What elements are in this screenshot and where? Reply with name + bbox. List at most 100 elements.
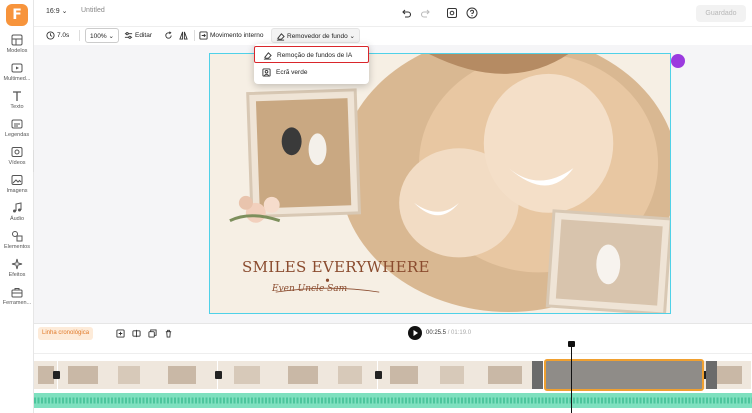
sidebar-item-tools[interactable]: Ferramen... [0,286,34,312]
sidebar-item-label: Multimed... [3,76,31,82]
zoom-select[interactable]: 100% ⌄ [85,28,119,43]
green-screen-icon [262,68,271,77]
playhead[interactable] [571,342,572,413]
sliders-icon [124,31,133,39]
audio-waveform [34,397,752,404]
motion-label: Movimento interno [210,32,264,39]
app-logo[interactable]: F [6,4,28,26]
timeline-label: Linha cronológica [42,330,90,336]
sidebar-item-label: Elementos [4,244,30,250]
audio-track[interactable] [34,393,752,408]
rotate-icon[interactable] [164,31,173,40]
total-time: / 01:19.0 [447,330,472,336]
chevron-down-icon: ⌄ [349,33,355,40]
divider [79,30,80,41]
sidebar-item-label: Legendas [4,132,30,138]
sidebar-item-label: Ferramen... [2,300,32,306]
duplicate-icon[interactable] [148,329,157,338]
sidebar-item-media[interactable]: Multimed... [0,62,34,88]
menu-item-label: Remoção de fundos de IA [277,52,353,59]
sidebar-item-images[interactable]: Imagens [0,174,34,200]
add-clip-icon[interactable] [116,329,125,338]
sidebar-item-label: Modelos [6,48,28,54]
canvas-area: SMILES EVERYWHERE Even Uncle Sam [34,45,752,323]
timeline-clip[interactable] [218,361,378,389]
transition-marker[interactable] [375,371,382,379]
transition-marker[interactable] [215,371,222,379]
sidebar-item-label: Texto [10,104,24,110]
bg-remover-dropdown: Remoção de fundos de IA Ecrã verde [254,44,369,84]
sidebar-item-videos[interactable]: Vídeos [0,146,34,172]
eraser-icon [276,32,285,41]
edit-toolbar: 7.0s 100% ⌄ Editar Movimento interno Rem… [34,27,752,45]
sidebar-item-label: Áudio [9,216,25,222]
split-icon[interactable] [132,329,141,338]
effects-icon [11,258,23,270]
template-icon [11,34,23,46]
chevron-down-icon: ⌄ [61,8,68,15]
redo-icon[interactable] [420,7,432,19]
timeline-panel: Linha cronológica 00:25.5 / 01:19.0 [34,323,752,413]
aspect-ratio-value: 16:9 [46,8,60,15]
sidebar-item-label: Efeitos [8,272,26,278]
sidebar-item-effects[interactable]: Efeitos [0,258,34,284]
image-icon [11,175,23,185]
sidebar-item-subtitles[interactable]: Legendas [0,118,34,144]
selected-clip[interactable] [544,359,704,391]
duration-value: 7.0s [57,32,70,39]
delete-icon[interactable] [164,329,173,338]
duration-button[interactable]: 7.0s [46,28,69,43]
project-title[interactable]: Untitled [81,7,105,14]
time-display: 00:25.5 / 01:19.0 [426,330,471,336]
play-icon [413,330,418,336]
sidebar-item-label: Vídeos [8,160,26,166]
edit-button[interactable]: Editar [124,28,152,43]
help-icon[interactable] [466,7,478,19]
logo-letter: F [12,7,22,23]
video-canvas[interactable]: SMILES EVERYWHERE Even Uncle Sam [209,53,671,314]
sidebar-item-elements[interactable]: Elementos [0,230,34,256]
canvas-headline: SMILES EVERYWHERE [242,258,430,276]
menu-item-ai-background-removal[interactable]: Remoção de fundos de IA [254,46,369,63]
timeline-clip[interactable] [378,361,544,389]
current-time: 00:25.5 [426,330,447,336]
sidebar-item-label: Imagens [6,188,28,194]
bg-remover-button[interactable]: Removedor de fundo ⌄ [271,28,360,43]
motion-button[interactable]: Movimento interno [199,28,263,43]
clock-icon [46,31,55,40]
saved-button[interactable]: Guardado [696,5,746,22]
media-icon [11,63,23,73]
timeline-clip[interactable] [58,361,218,389]
chevron-down-icon: ⌄ [108,33,114,40]
motion-icon [199,31,208,40]
divider [194,30,195,41]
sidebar-item-templates[interactable]: Modelos [0,34,34,60]
video-icon [11,147,23,157]
top-bar: 16:9 ⌄ Untitled Guardado [34,0,752,27]
bg-remover-label: Removedor de fundo [287,33,348,40]
aspect-ratio-select[interactable]: 16:9 ⌄ [46,7,67,15]
subtitles-icon [11,119,23,129]
text-icon [13,91,21,101]
screenshot-icon[interactable] [446,7,458,19]
menu-item-label: Ecrã verde [276,69,308,76]
menu-item-green-screen[interactable]: Ecrã verde [254,64,369,81]
ai-remove-bg-icon [263,52,272,60]
clip-trim-handle-right[interactable] [706,361,717,389]
transition-marker[interactable] [53,371,60,379]
elements-icon [12,231,23,242]
sidebar-item-audio[interactable]: Áudio [0,202,34,228]
play-button[interactable] [408,326,422,340]
sidebar: F Modelos Multimed... Texto Legendas Víd… [0,0,34,413]
clip-trim-handle-left[interactable] [532,361,543,389]
canvas-subtitle: Even Uncle Sam [272,284,348,294]
ai-assistant-button[interactable] [671,54,685,68]
edit-label: Editar [135,32,152,39]
flip-icon[interactable] [179,31,188,40]
music-icon [13,202,22,213]
time-ruler[interactable] [34,346,752,354]
toolbox-icon [11,288,23,298]
sidebar-item-text[interactable]: Texto [0,90,34,116]
timeline-toggle[interactable]: Linha cronológica [38,327,94,340]
undo-icon[interactable] [400,7,412,19]
